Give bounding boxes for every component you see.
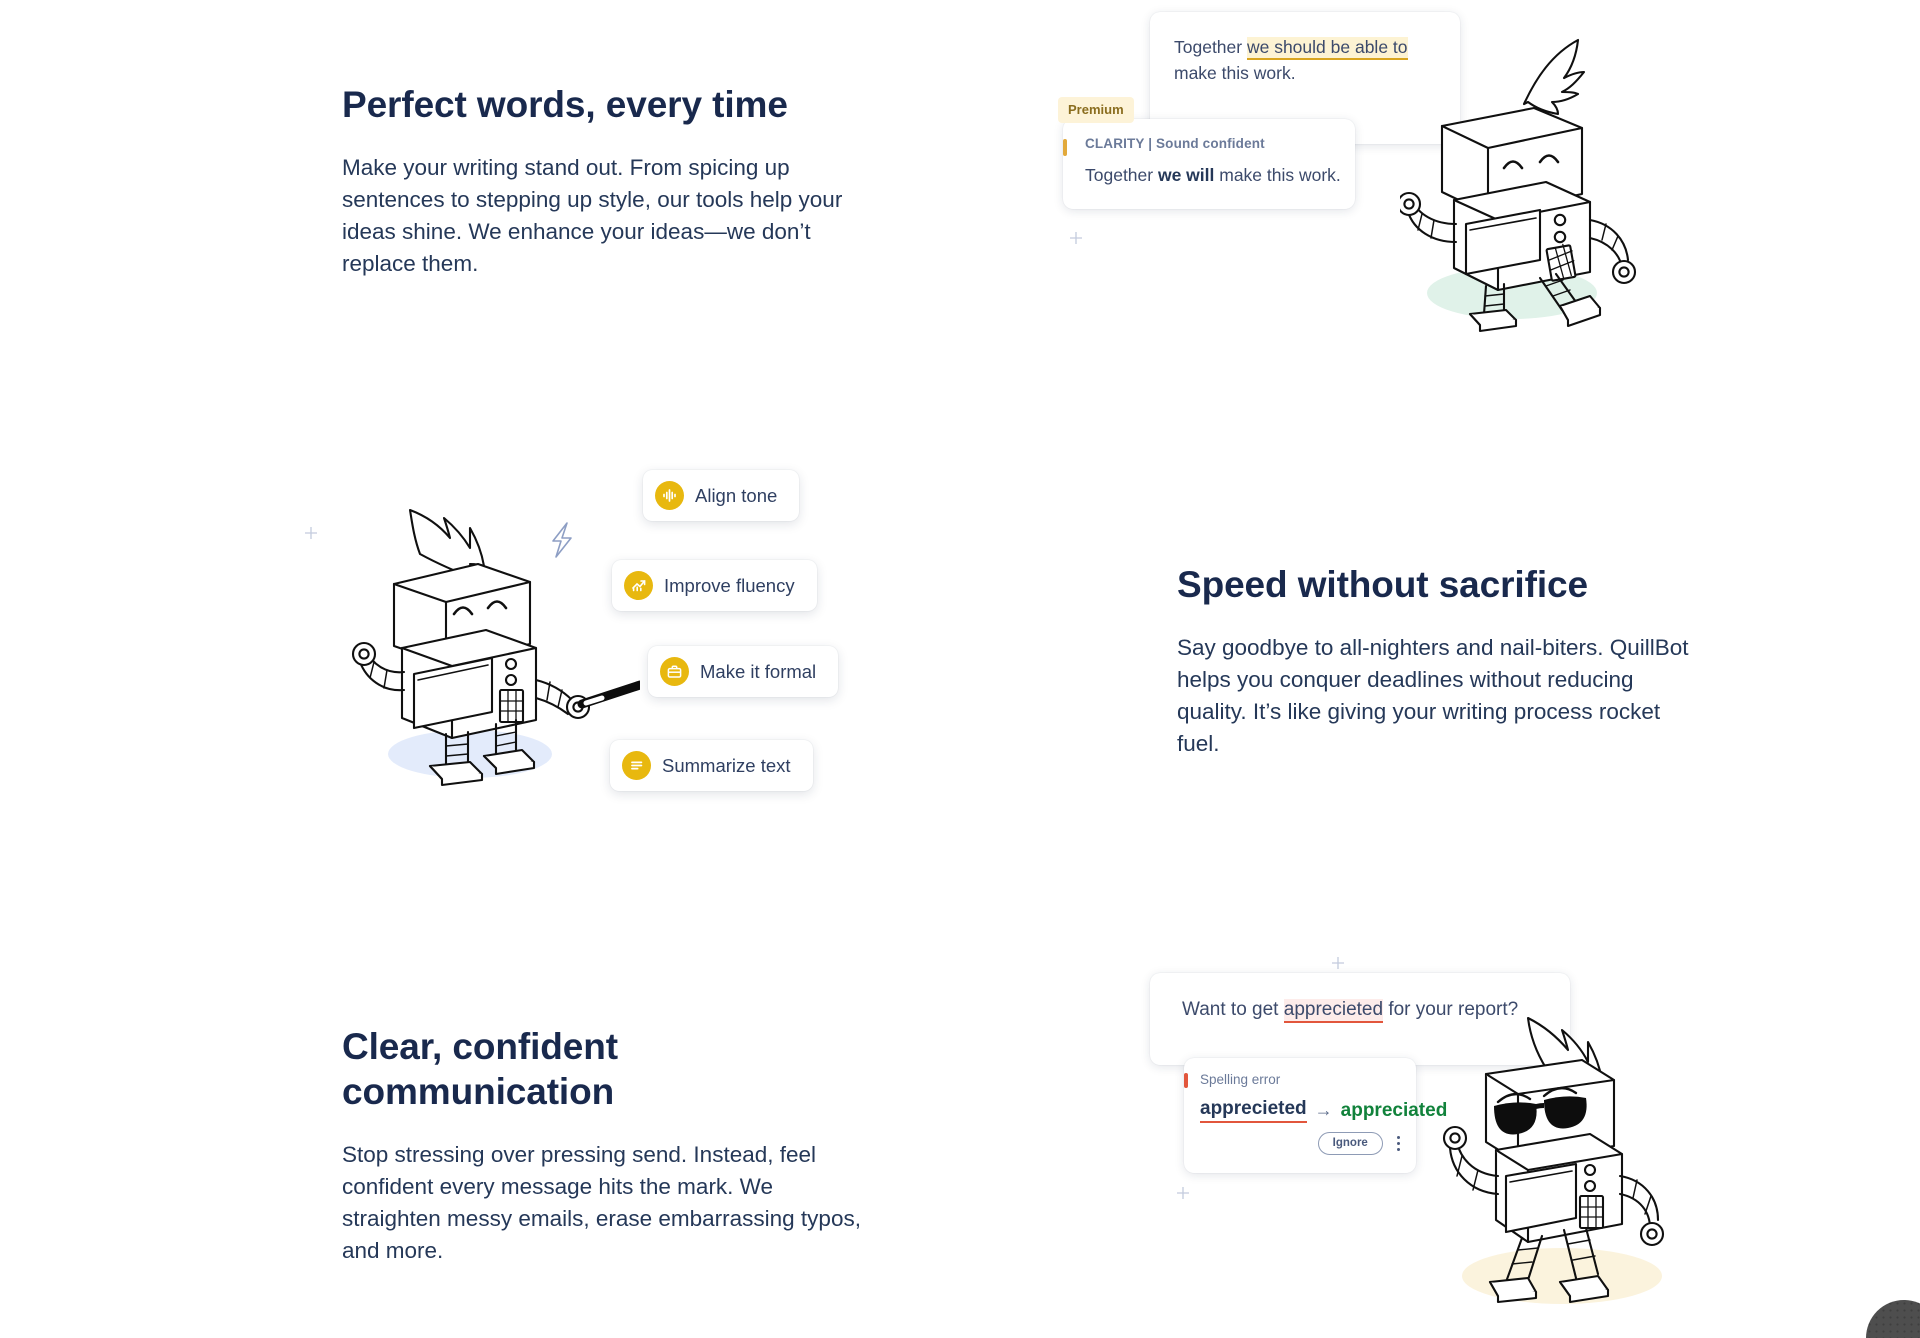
sentence-text-before: Want to get: [1182, 999, 1284, 1020]
robot-illustration-wand: [351, 508, 640, 787]
error-card-actions: Ignore: [1200, 1132, 1416, 1155]
page-title-perfect-words: Perfect words, every time: [342, 84, 788, 125]
clarity-text-before: Together: [1085, 165, 1158, 185]
feature-block-clear-communication: Clear, confident communication Stop stre…: [342, 1024, 872, 1267]
illustration-spelling-correction: Want to get apprecieted for your report?…: [1140, 957, 1665, 1338]
action-pill-improve-fluency[interactable]: Improve fluency: [612, 560, 817, 611]
suggested-word[interactable]: appreciated: [1341, 1100, 1448, 1122]
feature-block-perfect-words: Perfect words, every time Make your writ…: [342, 82, 872, 280]
trending-up-icon: [624, 571, 653, 600]
incorrect-word: apprecieted: [1200, 1098, 1307, 1123]
robot-illustration-sunglasses: [1442, 1016, 1665, 1304]
clarity-card-label: CLARITY | Sound confident: [1085, 136, 1265, 151]
feature-sections-page: Perfect words, every time Make your writ…: [0, 0, 1920, 1338]
suggestion-text-before: Together: [1174, 37, 1247, 57]
lines-icon: [622, 751, 651, 780]
error-card-label: Spelling error: [1200, 1072, 1281, 1087]
feature-body-clear-communication: Stop stressing over pressing send. Inste…: [342, 1142, 861, 1264]
briefcase-icon: [660, 657, 689, 686]
correction-row: apprecieted → appreciated: [1200, 1098, 1447, 1123]
clarity-card-sentence: Together we will make this work.: [1085, 165, 1355, 186]
clarity-suggestion-card[interactable]: CLARITY | Sound confident Together we wi…: [1063, 119, 1355, 209]
waveform-icon: [655, 481, 684, 510]
feature-block-speed: Speed without sacrifice Say goodbye to a…: [1177, 562, 1707, 760]
illustration-writing-actions: Align tone Improve fluency Make it forma…: [305, 470, 900, 860]
action-pill-align-tone[interactable]: Align tone: [643, 470, 800, 521]
robot-illustration-walking: [1400, 38, 1637, 333]
magic-wand-icon: [577, 680, 640, 709]
action-pill-summarize-text[interactable]: Summarize text: [610, 740, 813, 791]
suggestion-sentence: Together we should be able to make this …: [1174, 34, 1436, 87]
action-pill-make-it-formal[interactable]: Make it formal: [648, 646, 839, 697]
misspelled-word[interactable]: apprecieted: [1283, 999, 1384, 1023]
sparkle-plus-icon: [1070, 232, 1082, 244]
action-pill-label: Make it formal: [700, 660, 817, 682]
status-badge-premium: Premium: [1058, 97, 1134, 123]
spelling-error-card[interactable]: Spelling error apprecieted → appreciated…: [1184, 1058, 1447, 1173]
page-title-speed: Speed without sacrifice: [1177, 564, 1588, 605]
sparkle-plus-icon: [1332, 957, 1344, 969]
ignore-button[interactable]: Ignore: [1317, 1132, 1383, 1155]
chat-launcher-button[interactable]: [1866, 1300, 1920, 1338]
illustration-suggestion-card: Together we should be able to make this …: [1058, 0, 1637, 360]
feature-body-perfect-words: Make your writing stand out. From spicin…: [342, 155, 843, 276]
suggestion-text-after: make this work.: [1174, 63, 1296, 84]
clarity-text-bold: we will: [1157, 165, 1215, 185]
action-pill-label: Align tone: [695, 484, 778, 506]
feature-body-speed: Say goodbye to all-nighters and nail-bit…: [1177, 635, 1689, 756]
sparkle-plus-icon: [305, 527, 317, 539]
arrow-right-icon: →: [1314, 1100, 1333, 1120]
action-pill-label: Improve fluency: [664, 574, 795, 596]
clarity-text-after: make this work.: [1214, 165, 1341, 185]
sparkle-plus-icon: [1177, 1187, 1189, 1199]
suggestion-highlight[interactable]: we should be able to: [1246, 37, 1408, 60]
action-pill-label: Summarize text: [662, 754, 791, 776]
kebab-menu-icon[interactable]: [1395, 1134, 1402, 1153]
page-title-clear-communication: Clear, confident communication: [342, 1026, 618, 1113]
